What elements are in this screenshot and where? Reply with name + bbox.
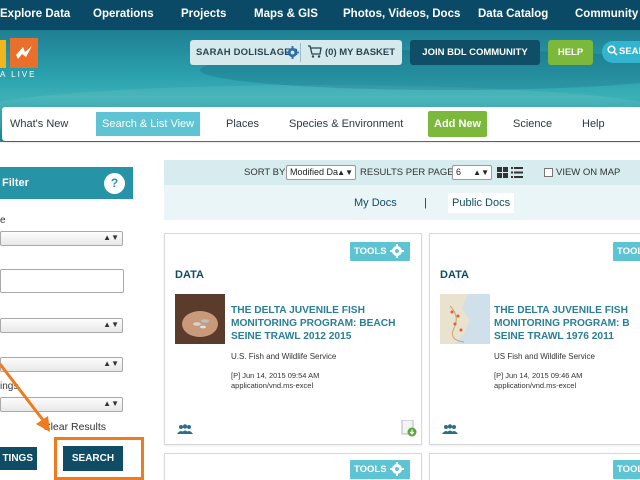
filter-select[interactable]: ▲▼ [0,231,123,246]
result-organization: US Fish and Wildlife Service [494,352,595,361]
filter-title: Filter [2,177,29,189]
search-icon [607,45,618,56]
tab-search-list-view[interactable]: Search & List View [96,112,201,136]
view-on-map-checkbox[interactable] [544,168,553,177]
result-thumbnail[interactable] [175,294,225,344]
gear-icon [390,244,404,258]
sort-bar: SORT BY Modified Da ▲▼ RESULTS PER PAGE 6… [164,160,640,185]
result-format: application/vnd.ms-excel [494,381,577,390]
per-page-select-value: 6 [456,167,462,177]
filter-select[interactable]: ▲▼ [0,318,123,333]
tab-whats-new[interactable]: What's New [10,107,68,141]
help-button[interactable]: HELP [548,40,593,65]
logo-mark[interactable] [0,40,6,68]
tools-button[interactable]: TOOL [613,460,640,479]
result-card[interactable]: TOOLS DATA THE DELTA JUVENILE FISH MONIT… [164,233,422,445]
save-settings-button[interactable]: TINGS [0,447,37,470]
tab-science[interactable]: Science [513,107,552,141]
tools-button[interactable]: TOOLS [350,460,410,479]
header-search-button[interactable]: SEAR [602,41,640,63]
user-name[interactable]: SARAH DOLISLAGER [196,47,298,58]
basket-link[interactable]: (0) MY BASKET [325,47,395,58]
result-card[interactable]: TOOLS [164,453,422,480]
annotation-arrow-icon [0,363,50,432]
filter-label: e [0,215,6,226]
tools-label: TOOL [617,246,640,257]
tab-species-environment[interactable]: Species & Environment [289,107,403,141]
result-title-link[interactable]: THE DELTA JUVENILE FISH MONITORING PROGR… [231,304,419,343]
tools-label: TOOL [617,464,640,475]
sort-select[interactable]: Modified Da ▲▼ [286,165,356,180]
list-view-icon[interactable] [511,167,523,178]
result-card[interactable]: TOOL [429,453,640,480]
join-community-button[interactable]: JOIN BDL COMMUNITY [410,40,540,65]
results-per-page-label: RESULTS PER PAGE [360,167,454,178]
top-nav: Explore Data Operations Projects Maps & … [0,0,640,30]
result-date: [P] Jun 14, 2015 09:54 AM [231,371,320,380]
add-new-button[interactable]: Add New [428,111,488,137]
tools-label: TOOLS [354,246,387,257]
nav-projects[interactable]: Projects [181,8,226,20]
nav-maps-gis[interactable]: Maps & GIS [254,8,318,20]
divider [300,43,301,62]
filter-header: Filter ? [0,167,133,199]
doc-tabs-bar [164,185,640,220]
per-page-select[interactable]: 6 ▲▼ [452,165,492,180]
nav-photos-videos-docs[interactable]: Photos, Videos, Docs [343,8,460,20]
download-icon[interactable] [401,420,417,437]
view-on-map-label: VIEW ON MAP [556,167,621,178]
header-search-label: SEAR [619,46,640,57]
result-card[interactable]: TOOL DATA THE DELTA JUVENILE FISH MONITO… [429,233,640,445]
tools-button[interactable]: TOOL [613,242,640,261]
nav-operations[interactable]: Operations [93,8,154,20]
tab-my-docs[interactable]: My Docs [354,197,397,209]
page-root: { "top_nav": ["Explore Data", "Operation… [0,0,640,480]
filter-text-input[interactable] [0,269,124,293]
tab-public-docs[interactable]: Public Docs [448,193,515,213]
gear-icon[interactable] [286,46,299,59]
result-date: [P] Jun 14, 2015 09:46 AM [494,371,583,380]
tools-label: TOOLS [354,464,387,475]
nav-community[interactable]: Community [575,8,638,20]
grid-view-icon[interactable] [497,167,508,178]
user-bar: SARAH DOLISLAGER (0) MY BASKET [190,40,402,65]
result-type: DATA [440,269,469,281]
result-type: DATA [175,269,204,281]
sort-select-value: Modified Da [290,167,339,177]
logo-bird-icon[interactable] [10,38,38,68]
result-thumbnail[interactable] [440,294,490,344]
users-icon[interactable] [177,424,193,434]
logo-tagline: A LIVE [0,70,37,79]
tab-separator: | [424,197,427,209]
nav-explore-data[interactable]: Explore Data [0,8,70,20]
tab-places[interactable]: Places [226,107,259,141]
sort-by-label: SORT BY [244,167,286,178]
nav-data-catalog[interactable]: Data Catalog [478,8,548,20]
tab-help[interactable]: Help [582,107,605,141]
result-format: application/vnd.ms-excel [231,381,314,390]
tools-button[interactable]: TOOLS [350,242,410,261]
filter-help-icon[interactable]: ? [104,173,125,194]
result-title-link[interactable]: THE DELTA JUVENILE FISH MONITORING PROGR… [494,304,640,343]
highlight-box [54,437,144,480]
users-icon[interactable] [442,424,458,434]
gear-icon [390,462,404,476]
result-organization: U.S. Fish and Wildlife Service [231,352,337,361]
basket-icon[interactable] [307,45,322,58]
secondary-nav: What's New Search & List View Places Spe… [2,107,640,141]
